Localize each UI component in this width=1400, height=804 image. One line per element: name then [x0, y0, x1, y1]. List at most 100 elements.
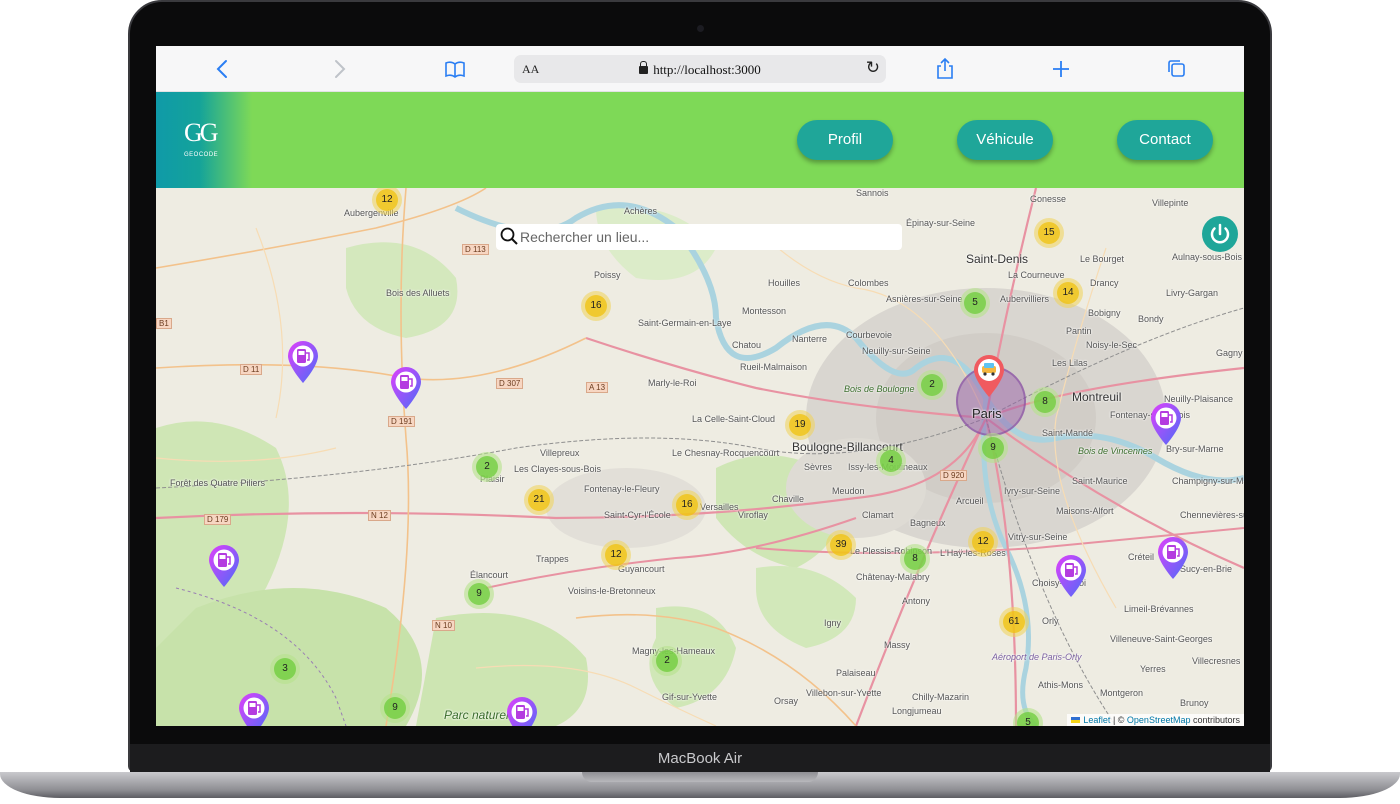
place-label: Créteil [1128, 552, 1155, 562]
place-label: Vitry-sur-Seine [1008, 532, 1068, 542]
place-label: Saint-Cyr-l'École [604, 510, 671, 520]
logo-mark-icon: GG [184, 118, 219, 147]
road-shield: A 13 [586, 382, 609, 393]
charging-station-pin[interactable] [286, 340, 320, 384]
place-label: Sannois [856, 188, 889, 198]
cluster-marker[interactable]: 61 [999, 607, 1029, 637]
place-label: Aéroport de Paris-Orly [992, 652, 1082, 662]
share-icon[interactable] [932, 56, 958, 82]
place-label: Colombes [848, 278, 889, 288]
place-label: Igny [824, 618, 842, 628]
charging-station-pin[interactable] [207, 544, 241, 588]
place-label: Saint-Germain-en-Laye [638, 318, 732, 328]
charging-station-pin[interactable] [389, 366, 423, 410]
place-label: Trappes [536, 554, 569, 564]
place-label: Bondy [1138, 314, 1164, 324]
cluster-marker[interactable]: 9 [978, 433, 1008, 463]
place-label: Viroflay [738, 510, 768, 520]
cluster-marker[interactable]: 4 [876, 446, 906, 476]
laptop-notch [582, 772, 818, 782]
cluster-marker[interactable]: 16 [672, 490, 702, 520]
attribution-suffix: contributors [1190, 715, 1240, 725]
place-label: Montesson [742, 306, 787, 316]
cluster-marker[interactable]: 2 [472, 452, 502, 482]
place-label: Noisy-le-Sec [1086, 340, 1138, 350]
place-label: Saint-Denis [966, 252, 1029, 266]
place-label: Poissy [594, 270, 621, 280]
road-shield: D 179 [204, 514, 232, 525]
cluster-marker[interactable]: 2 [917, 370, 947, 400]
place-label: Livry-Gargan [1166, 288, 1219, 298]
place-label: Orly [1042, 616, 1059, 626]
contact-button[interactable]: Contact [1117, 120, 1213, 160]
bookmarks-icon[interactable] [442, 56, 468, 82]
ev-charger-icon [1151, 403, 1181, 445]
place-label: Meudon [832, 486, 865, 496]
logo[interactable]: GG GEOCODE [156, 92, 252, 188]
tabs-overview-icon[interactable] [1164, 56, 1190, 82]
cluster-marker[interactable]: 14 [1053, 278, 1083, 308]
vehicule-button[interactable]: Véhicule [957, 120, 1053, 160]
cluster-marker[interactable]: 9 [464, 579, 494, 609]
ev-charger-icon [239, 693, 269, 726]
ev-charger-icon [288, 341, 318, 383]
app-header: GG GEOCODE Profil Véhicule Contact [156, 92, 1244, 188]
cluster-marker[interactable]: 2 [652, 646, 682, 676]
road-shield: D 920 [940, 470, 968, 481]
cluster-marker[interactable]: 21 [524, 485, 554, 515]
place-label: Asnières-sur-Seine [886, 294, 963, 304]
place-label: Fontenay-le-Fleury [584, 484, 660, 494]
charging-station-pin[interactable] [1054, 554, 1088, 598]
vehicle-location-marker[interactable] [972, 354, 1006, 398]
cluster-marker[interactable]: 12 [601, 540, 631, 570]
cluster-marker[interactable]: 3 [270, 654, 300, 684]
url-text: http://localhost:3000 [653, 62, 761, 77]
place-label: Longjumeau [892, 706, 942, 716]
cluster-marker[interactable]: 19 [785, 410, 815, 440]
cluster-marker[interactable]: 8 [1030, 387, 1060, 417]
cluster-marker[interactable]: 15 [1034, 218, 1064, 248]
place-label: Nanterre [792, 334, 828, 344]
place-label: Épinay-sur-Seine [906, 218, 976, 228]
profil-button[interactable]: Profil [797, 120, 893, 160]
place-label: Gonesse [1030, 194, 1067, 204]
address-bar[interactable]: AA http://localhost:3000 ↻ [514, 55, 886, 83]
place-label: Gagny [1216, 348, 1243, 358]
reload-icon[interactable]: ↻ [866, 58, 880, 78]
place-label: Voisins-le-Bretonneux [568, 586, 656, 596]
charging-station-pin[interactable] [1149, 402, 1183, 446]
charging-station-pin[interactable] [237, 692, 271, 726]
place-label: Bagneux [910, 518, 946, 528]
place-label: Bois de Boulogne [844, 384, 915, 394]
place-label: Houilles [768, 278, 801, 288]
place-label: Villepinte [1152, 198, 1189, 208]
new-tab-icon[interactable] [1048, 56, 1074, 82]
place-label: Courbevoie [846, 330, 893, 340]
place-label: Bois des Alluets [386, 288, 450, 298]
road-shield: D 307 [496, 378, 524, 389]
cluster-marker[interactable]: 12 [968, 527, 998, 557]
place-label: Le Bourget [1080, 254, 1125, 264]
forward-icon[interactable] [326, 56, 352, 82]
ev-charger-icon [391, 367, 421, 409]
cluster-marker[interactable]: 8 [900, 544, 930, 574]
openstreetmap-link[interactable]: OpenStreetMap [1127, 715, 1191, 725]
search-input[interactable] [520, 227, 890, 247]
place-label: Massy [884, 640, 911, 650]
cluster-marker[interactable]: 5 [960, 288, 990, 318]
cluster-marker[interactable]: 39 [826, 530, 856, 560]
place-label: Achères [624, 206, 658, 216]
power-logout-button[interactable] [1202, 216, 1238, 252]
charging-station-pin[interactable] [1156, 536, 1190, 580]
map[interactable]: Aubergenville Achères Sannois Épinay-sur… [156, 188, 1244, 726]
road-shield: D 191 [388, 416, 416, 427]
cluster-marker[interactable]: 16 [581, 291, 611, 321]
place-label: Villebon-sur-Yvette [806, 688, 882, 698]
place-label: Pantin [1066, 326, 1092, 336]
back-icon[interactable] [210, 56, 236, 82]
place-label-paris: Paris [972, 406, 1002, 421]
place-label: Rueil-Malmaison [740, 362, 808, 372]
leaflet-link[interactable]: Leaflet [1083, 715, 1110, 725]
charging-station-pin[interactable] [505, 696, 539, 726]
cluster-marker[interactable]: 9 [380, 693, 410, 723]
